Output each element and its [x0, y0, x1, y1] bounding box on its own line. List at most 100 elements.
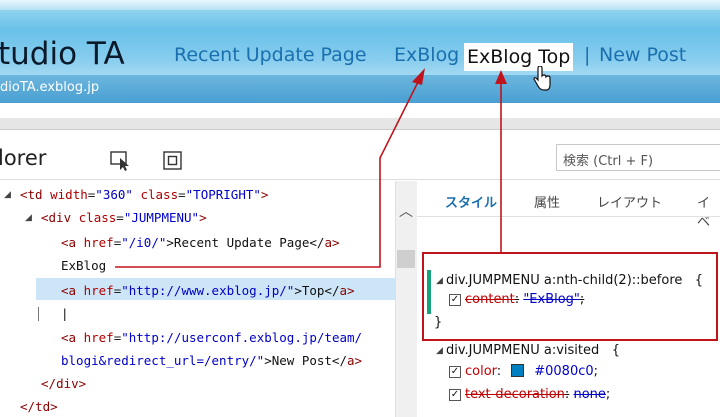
dom-node-div-jumpmenu[interactable]: <div class="JUMPMENU">	[41, 210, 207, 225]
tag-name: a	[68, 283, 77, 298]
rule1-checkbox[interactable]: ✓	[449, 294, 461, 306]
tag-name: a	[339, 283, 348, 298]
brace: {	[611, 343, 620, 358]
attr-name: class	[140, 187, 179, 202]
tag-name: td	[35, 399, 51, 414]
tag-name: div	[56, 376, 79, 391]
scroll-thumb[interactable]	[397, 250, 415, 268]
dom-node-text-exblog[interactable]: ExBlog	[61, 258, 106, 273]
tag-bracket: >	[78, 376, 87, 391]
attr-value: "/i0/"	[121, 235, 167, 250]
nav-exblog-link[interactable]: ExBlog	[394, 44, 459, 66]
tab-styles[interactable]: スタイル	[445, 192, 497, 211]
selector-text: div.JUMPMENU a:visited	[446, 343, 600, 358]
blog-title[interactable]: tudio TA	[0, 36, 125, 72]
tab-layout[interactable]: レイアウト	[597, 192, 662, 211]
devtools-top-edge	[0, 118, 720, 130]
rule2-selector[interactable]: div.JUMPMENU a:visited {	[446, 343, 620, 358]
attr-name: href	[83, 235, 114, 250]
dom-node-a-newpost[interactable]: <a href="http://userconf.exblog.jp/team/	[61, 330, 362, 345]
tag-name: a	[68, 235, 77, 250]
hand-cursor-icon	[533, 66, 551, 91]
semicolon: ;	[579, 292, 585, 307]
dom-node-text-separator[interactable]: |	[61, 306, 69, 321]
colon: :	[564, 387, 570, 402]
dom-node-div-close[interactable]: </div>	[41, 376, 86, 391]
nav-exblog-top-link[interactable]: ExBlog Top	[464, 43, 574, 71]
dom-indent-guide	[38, 307, 39, 321]
rule1-close: }	[434, 315, 443, 330]
tag-bracket: >	[354, 353, 363, 368]
tag-bracket: <	[61, 330, 69, 345]
rule2-color-checkbox[interactable]: ✓	[449, 366, 461, 378]
colon: :	[514, 292, 520, 307]
dom-node-a-recent[interactable]: <a href="/i0/">Recent Update Page</a>	[61, 235, 340, 250]
select-element-icon[interactable]	[110, 150, 132, 172]
devtools-panel-title: lorer	[0, 146, 47, 170]
node-text: >Top</	[294, 283, 340, 298]
tab-events[interactable]: イベ	[697, 192, 720, 230]
property-value: "ExBlog"	[523, 292, 580, 307]
dom-node-td[interactable]: <td width="360" class="TOPRIGHT">	[20, 187, 268, 202]
attr-value: "http://userconf.exblog.jp/team/	[121, 330, 363, 345]
tag-bracket: >	[199, 210, 207, 225]
colon: :	[496, 364, 502, 379]
tag-bracket: </	[41, 376, 57, 391]
collapse-triangle-icon[interactable]: ◢	[436, 276, 443, 286]
search-input[interactable]: 検索 (Ctrl + F)	[556, 144, 720, 171]
tag-name: td	[27, 187, 43, 202]
tag-bracket: >	[260, 187, 269, 202]
nav-recent-update-link[interactable]: Recent Update Page	[174, 44, 367, 66]
attr-name: href	[83, 283, 114, 298]
node-text: |	[61, 306, 69, 321]
property-name: color	[465, 364, 497, 379]
tag-bracket: >	[50, 399, 58, 414]
tag-bracket: </	[20, 399, 36, 414]
collapse-triangle-icon[interactable]: ◢	[4, 190, 11, 200]
nav-new-post-link[interactable]: New Post	[599, 44, 686, 66]
collapse-triangle-icon[interactable]: ◢	[436, 346, 443, 356]
selector-text: div.JUMPMENU a:nth-child(2)::before	[446, 273, 683, 288]
blog-url: dioTA.exblog.jp	[0, 80, 100, 95]
tag-bracket: <	[41, 210, 49, 225]
brace: {	[694, 273, 704, 288]
semicolon: ;	[593, 364, 599, 379]
tag-bracket: <	[61, 283, 69, 298]
tag-name: div	[48, 210, 72, 225]
collapse-triangle-icon[interactable]: ◢	[25, 213, 32, 223]
tag-name: a	[347, 353, 355, 368]
scroll-up-icon[interactable]: ︿	[399, 201, 413, 221]
tag-name: a	[68, 330, 77, 345]
rule2-color-declaration[interactable]: color: #0080c0;	[465, 364, 598, 379]
frame-icon[interactable]	[162, 150, 184, 172]
property-name: text-decoration	[465, 387, 565, 402]
node-text: >Recent Update Page</	[166, 235, 325, 250]
tag-bracket: >	[331, 235, 340, 250]
tag-bracket: <	[20, 187, 28, 202]
tabs-divider	[417, 216, 720, 217]
rule2-decoration-checkbox[interactable]: ✓	[449, 389, 461, 401]
node-text: >New Post</	[264, 353, 347, 368]
semicolon: ;	[605, 387, 611, 402]
tag-name: a	[324, 235, 332, 250]
dom-node-a-newpost-cont[interactable]: blogi&redirect_url=/entry/">New Post</a>	[61, 353, 362, 368]
tab-attributes[interactable]: 属性	[534, 192, 560, 211]
attr-value: blogi&redirect_url=/entry/"	[61, 353, 265, 368]
rule2-decoration-declaration[interactable]: text-decoration: none;	[465, 387, 610, 402]
attr-name: class	[78, 210, 117, 225]
nav-separator: |	[584, 44, 591, 66]
attr-value: "TOPRIGHT"	[185, 187, 261, 202]
attr-value: "360"	[95, 187, 133, 202]
rule-changed-marker	[427, 270, 431, 314]
rule1-selector[interactable]: div.JUMPMENU a:nth-child(2)::before {	[446, 273, 703, 288]
header-strip	[0, 75, 720, 103]
property-value: #0080c0	[534, 364, 594, 379]
attr-value: "http://www.exblog.jp/"	[121, 283, 295, 298]
tag-bracket: >	[347, 283, 355, 298]
tag-bracket: <	[61, 235, 69, 250]
header-highlight	[0, 0, 720, 10]
dom-node-a-top[interactable]: <a href="http://www.exblog.jp/">Top</a>	[61, 283, 355, 298]
attr-name: width	[50, 187, 88, 202]
dom-node-td-close[interactable]: </td>	[20, 399, 58, 414]
rule1-declaration[interactable]: content: "ExBlog";	[465, 292, 584, 307]
